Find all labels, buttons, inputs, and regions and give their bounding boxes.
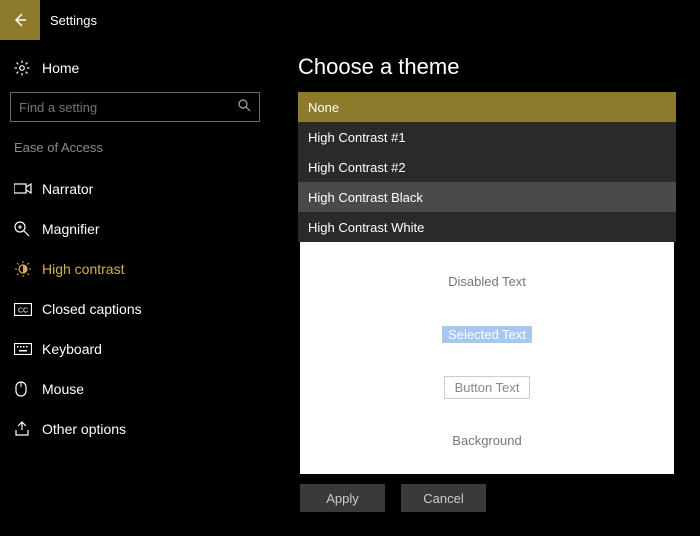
nav-item-narrator[interactable]: Narrator xyxy=(10,169,260,209)
theme-option-none[interactable]: None xyxy=(298,92,676,122)
back-button[interactable] xyxy=(0,0,40,40)
mouse-icon xyxy=(14,381,42,397)
nav-item-keyboard[interactable]: Keyboard xyxy=(10,329,260,369)
cancel-button[interactable]: Cancel xyxy=(401,484,486,512)
magnifier-icon xyxy=(14,221,42,237)
theme-option-hc2[interactable]: High Contrast #2 xyxy=(298,152,676,182)
preview-selected-text: Selected Text xyxy=(442,326,532,343)
home-label: Home xyxy=(42,60,79,76)
theme-preview: Disabled Text Selected Text Button Text … xyxy=(300,232,674,474)
arrow-left-icon xyxy=(12,12,28,28)
nav-label: Keyboard xyxy=(42,341,102,357)
gear-icon xyxy=(14,60,42,76)
sidebar: Home Ease of Access Narrator Magnifier xyxy=(0,40,270,536)
nav-label: Narrator xyxy=(42,181,93,197)
search-input[interactable] xyxy=(19,100,238,115)
nav-label: Closed captions xyxy=(42,301,142,317)
home-link[interactable]: Home xyxy=(10,50,260,86)
theme-dropdown-list: None High Contrast #1 High Contrast #2 H… xyxy=(298,92,676,242)
keyboard-icon xyxy=(14,343,42,355)
nav-item-magnifier[interactable]: Magnifier xyxy=(10,209,260,249)
theme-option-hc-white[interactable]: High Contrast White xyxy=(298,212,676,242)
nav-label: Mouse xyxy=(42,381,84,397)
nav-label: High contrast xyxy=(42,261,124,277)
nav-item-closed-captions[interactable]: CC Closed captions xyxy=(10,289,260,329)
titlebar: Settings xyxy=(0,0,700,40)
preview-button-text: Button Text xyxy=(444,376,531,399)
nav-item-other-options[interactable]: Other options xyxy=(10,409,260,449)
preview-background-text: Background xyxy=(452,433,521,448)
search-field[interactable] xyxy=(10,92,260,122)
nav-label: Other options xyxy=(42,421,126,437)
high-contrast-icon xyxy=(14,261,42,277)
narrator-icon xyxy=(14,182,42,196)
nav-item-mouse[interactable]: Mouse xyxy=(10,369,260,409)
page-heading: Choose a theme xyxy=(298,54,678,80)
theme-option-hc1[interactable]: High Contrast #1 xyxy=(298,122,676,152)
content-area: Choose a theme Disabled Text Selected Te… xyxy=(270,40,700,536)
search-icon xyxy=(238,99,251,115)
other-options-icon xyxy=(14,421,42,437)
preview-disabled-text: Disabled Text xyxy=(448,274,526,289)
action-row: Apply Cancel xyxy=(298,484,678,512)
apply-button[interactable]: Apply xyxy=(300,484,385,512)
app-title: Settings xyxy=(50,13,97,28)
nav-label: Magnifier xyxy=(42,221,100,237)
theme-option-hc-black[interactable]: High Contrast Black xyxy=(298,182,676,212)
nav-list: Narrator Magnifier High contrast CC Clos… xyxy=(10,169,260,449)
svg-text:CC: CC xyxy=(18,307,28,314)
closed-captions-icon: CC xyxy=(14,303,42,316)
nav-item-high-contrast[interactable]: High contrast xyxy=(10,249,260,289)
category-label: Ease of Access xyxy=(10,140,260,155)
